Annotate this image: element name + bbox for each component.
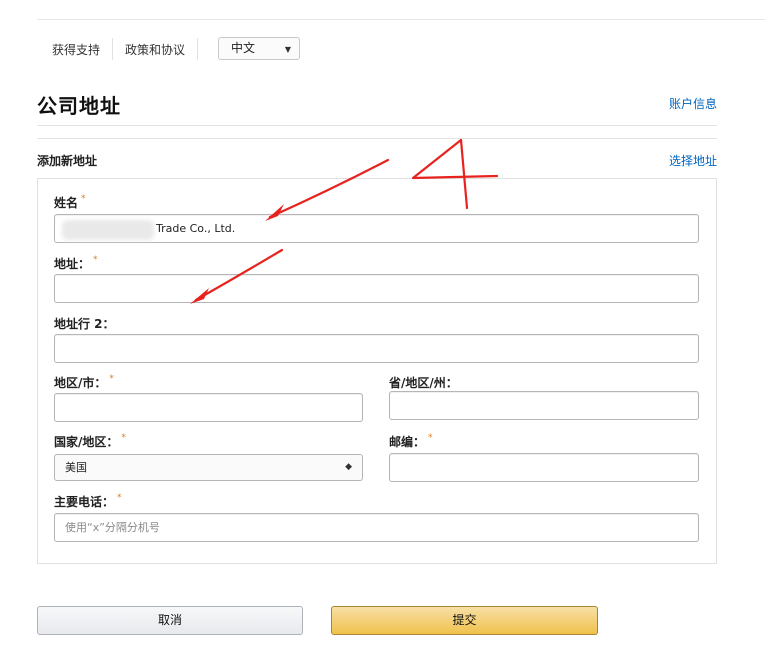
address-input[interactable] [54,274,699,303]
get-support-link[interactable]: 获得支持 [52,41,100,58]
top-nav: 获得支持 政策和协议 [52,37,210,61]
policies-link[interactable]: 政策和协议 [125,41,185,58]
name-label: 姓名 * [54,194,86,210]
state-input[interactable] [389,391,699,420]
language-select[interactable]: 中文 ▼ [218,37,300,60]
nav-divider [112,38,114,60]
name-visible-text: Trade Co., Ltd. [156,222,236,235]
dropdown-caret-icon: ▼ [284,45,291,54]
postal-input[interactable] [389,453,699,482]
account-info-link[interactable]: 账户信息 [669,95,717,112]
nav-divider [197,38,199,60]
section-divider [37,138,717,139]
phone-input[interactable] [54,513,699,542]
required-mark: * [117,493,122,503]
phone-label: 主要电话： * [54,493,122,509]
address-label: 地址： * [54,255,98,271]
required-mark: * [81,194,86,204]
choose-address-link[interactable]: 选择地址 [669,152,717,169]
submit-button[interactable]: 提交 [331,606,598,635]
country-select[interactable]: 美国 ◆ [54,454,363,481]
language-value: 中文 [231,41,256,55]
postal-label: 邮编： * [389,433,433,449]
required-mark: * [121,433,126,443]
address2-label: 地址行 2： [54,317,115,331]
required-mark: * [428,433,433,443]
city-label: 地区/市： * [54,374,114,390]
page-title: 公司地址 [37,94,121,118]
state-label: 省/地区/州： [389,376,458,390]
required-mark: * [109,374,114,384]
redacted-name-part [62,220,154,240]
city-input[interactable] [54,393,363,422]
cancel-button[interactable]: 取消 [37,606,303,635]
title-divider [37,125,717,126]
annotation-number-4-stroke [411,138,499,180]
address2-input[interactable] [54,334,699,363]
add-address-heading: 添加新地址 [37,154,98,168]
top-divider [37,19,765,20]
country-label: 国家/地区： * [54,433,126,449]
country-value: 美国 [65,461,87,474]
up-down-arrows-icon: ◆ [345,462,352,472]
required-mark: * [93,255,98,265]
